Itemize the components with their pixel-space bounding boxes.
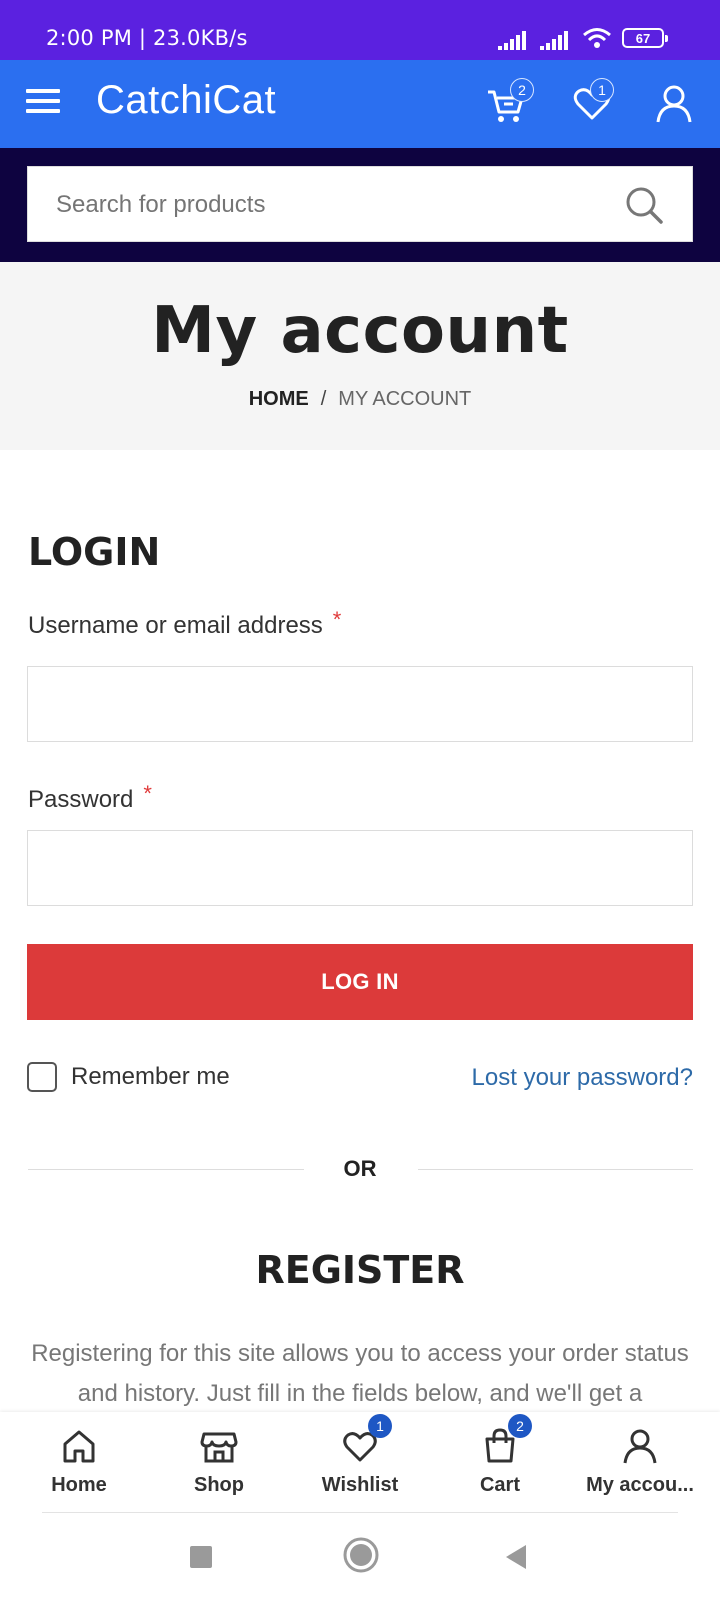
register-description: Registering for this site allows you to … (31, 1340, 689, 1407)
password-label: Password * (28, 781, 152, 814)
nav-cart[interactable]: 2 Cart (430, 1414, 570, 1506)
username-field[interactable] (27, 666, 693, 742)
home-icon (63, 1430, 95, 1463)
username-label: Username or email address * (28, 607, 341, 640)
user-icon (656, 85, 692, 123)
nav-home-label: Home (51, 1474, 107, 1496)
username-label-text: Username or email address (28, 612, 323, 639)
system-navigation (0, 1516, 720, 1600)
header-account-button[interactable] (652, 82, 696, 126)
battery-indicator: 67 (622, 28, 668, 48)
search-bar-area (0, 148, 720, 262)
required-marker: * (143, 781, 152, 806)
nav-my-account[interactable]: My accou... (570, 1426, 710, 1506)
password-label-text: Password (28, 786, 134, 813)
lost-password-link[interactable]: Lost your password? (472, 1064, 693, 1092)
status-time: 2:00 PM | 23.0KB/s (46, 26, 248, 50)
recent-apps-icon[interactable] (190, 1546, 212, 1568)
nav-wishlist[interactable]: 1 Wishlist (290, 1414, 430, 1506)
nav-wishlist-label: Wishlist (321, 1474, 399, 1496)
breadcrumb-separator: / (320, 388, 327, 410)
remember-me[interactable]: Remember me (27, 1062, 230, 1092)
page-title-area: My account HOME / MY ACCOUNT (0, 262, 720, 450)
nav-my-account-label: My accou... (586, 1474, 694, 1496)
header-cart-button[interactable]: 2 (484, 78, 534, 126)
status-icons: 67 (498, 24, 668, 50)
register-heading: REGISTER (255, 1248, 465, 1292)
menu-button[interactable] (26, 89, 60, 119)
remember-me-label[interactable]: Remember me (71, 1063, 230, 1091)
remember-me-checkbox[interactable] (27, 1062, 57, 1092)
cart-count-badge: 2 (510, 78, 534, 102)
home-circle-icon[interactable] (342, 1536, 380, 1574)
nav-home[interactable]: Home (9, 1426, 149, 1506)
search-icon[interactable] (624, 185, 664, 225)
nav-divider (42, 1512, 678, 1513)
breadcrumb-current: MY ACCOUNT (338, 388, 472, 410)
search-input[interactable] (56, 191, 616, 219)
login-heading: LOGIN (28, 530, 161, 574)
or-divider-text: OR (343, 1156, 377, 1181)
signal-icon (540, 31, 568, 50)
search-box[interactable] (27, 166, 693, 242)
wifi-icon (583, 28, 611, 48)
app-header: CatchiCat 2 1 (0, 60, 720, 148)
wishlist-nav-badge: 1 (368, 1414, 392, 1438)
bottom-navigation: Home Shop 1 Wishlist 2 Cart My accou... (0, 1412, 720, 1516)
breadcrumb-home[interactable]: HOME (249, 388, 309, 410)
signal-icon (498, 31, 526, 50)
cart-nav-badge: 2 (508, 1414, 532, 1438)
nav-cart-label: Cart (479, 1474, 520, 1496)
status-bar: 2:00 PM | 23.0KB/s 67 (0, 0, 720, 60)
breadcrumb: HOME / MY ACCOUNT (0, 388, 720, 411)
page-title: My account (151, 294, 569, 368)
nav-shop[interactable]: Shop (149, 1426, 289, 1506)
header-wishlist-button[interactable]: 1 (570, 78, 614, 126)
shop-icon (200, 1432, 238, 1463)
wishlist-count-badge: 1 (590, 78, 614, 102)
password-field[interactable] (27, 830, 693, 906)
back-icon[interactable] (502, 1542, 530, 1572)
required-marker: * (332, 607, 342, 632)
site-logo[interactable]: CatchiCat (96, 78, 276, 123)
user-icon (623, 1429, 657, 1464)
login-button[interactable]: LOG IN (27, 944, 693, 1020)
nav-shop-label: Shop (194, 1474, 244, 1496)
